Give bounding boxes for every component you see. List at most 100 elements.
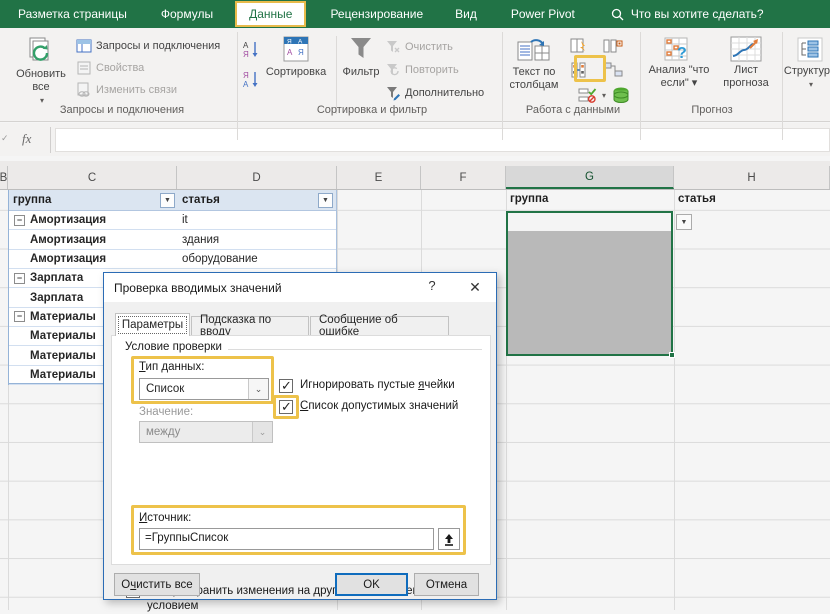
- remove-duplicates-icon[interactable]: [603, 38, 623, 54]
- table-header-item[interactable]: статья ▼: [178, 190, 336, 210]
- tab-power-pivot[interactable]: Power Pivot: [501, 0, 585, 28]
- svg-text:Я: Я: [243, 50, 249, 59]
- group-label-forecast: Прогноз: [691, 104, 732, 116]
- group-label-queries: Запросы и подключения: [60, 104, 184, 116]
- relationships-icon[interactable]: [603, 62, 623, 78]
- source-label: Источник:: [139, 512, 191, 524]
- svg-text:А: А: [298, 39, 303, 46]
- sort-button[interactable]: ЯААЯ Сортировка: [262, 36, 330, 79]
- advanced-filter-icon: [385, 85, 401, 101]
- text-to-columns-button[interactable]: Текст по столбцам: [508, 36, 560, 92]
- svg-text:?: ?: [677, 45, 687, 62]
- tab-view[interactable]: Вид: [445, 0, 487, 28]
- column-header-H[interactable]: H: [674, 166, 830, 189]
- sort-ascending-icon[interactable]: АЯ: [243, 40, 260, 59]
- reapply-filter-icon: [385, 62, 401, 78]
- tab-page-layout[interactable]: Разметка страницы: [8, 0, 137, 28]
- ignore-blank-checkbox[interactable]: Игнорировать пустые ячейки: [279, 379, 455, 393]
- table-header-row: группа ▼ статья ▼: [9, 190, 336, 211]
- selected-range[interactable]: [506, 211, 673, 356]
- tab-data[interactable]: Данные: [235, 1, 306, 27]
- collapse-dialog-icon[interactable]: [438, 528, 460, 550]
- collapse-icon[interactable]: −: [14, 215, 25, 226]
- reapply-filter-button: Повторить: [385, 62, 459, 78]
- cell-item-value: оборудование: [178, 253, 336, 265]
- close-icon[interactable]: ✕: [462, 276, 488, 299]
- fill-handle[interactable]: [669, 352, 675, 358]
- active-cell[interactable]: [508, 213, 671, 231]
- in-cell-dropdown-checkbox[interactable]: Список допустимых значений: [279, 400, 458, 414]
- flash-fill-icon[interactable]: [570, 38, 587, 54]
- refresh-all-button[interactable]: Обновить все ▾: [12, 36, 70, 107]
- advanced-filter-button[interactable]: Дополнительно: [385, 85, 484, 101]
- table-header-group[interactable]: группа ▼: [9, 190, 178, 210]
- column-header-G[interactable]: G: [506, 166, 674, 189]
- ok-label: OK: [363, 579, 380, 591]
- column-header-F[interactable]: F: [421, 166, 506, 189]
- formula-input[interactable]: [55, 128, 830, 152]
- cell-group-value: Материалы: [30, 350, 96, 362]
- cancel-label: Отмена: [426, 579, 467, 591]
- ribbon-tab-bar: Разметка страницы Формулы Данные Рецензи…: [0, 0, 830, 28]
- tell-me-search[interactable]: Что вы хотите сделать?: [611, 7, 764, 21]
- clear-all-button[interactable]: Очистить все: [114, 573, 200, 596]
- advanced-filter-label: Дополнительно: [405, 87, 484, 99]
- chevron-down-icon[interactable]: ⌄: [248, 379, 268, 399]
- dialog-tab-error-alert[interactable]: Сообщение об ошибке: [310, 316, 449, 335]
- collapse-icon[interactable]: −: [14, 311, 25, 322]
- filter-dropdown-icon[interactable]: ▼: [318, 193, 333, 208]
- column-header-E[interactable]: E: [337, 166, 421, 189]
- tab-formulas[interactable]: Формулы: [151, 0, 223, 28]
- dialog-tab-input-message[interactable]: Подсказка по вводу: [191, 316, 309, 335]
- checkbox-checked-icon[interactable]: [279, 379, 293, 393]
- data-type-label: Тип данных:: [139, 361, 204, 373]
- group-label-sort-filter: Сортировка и фильтр: [317, 104, 427, 116]
- cell-item-value: it: [178, 214, 336, 226]
- collapse-icon[interactable]: −: [14, 273, 25, 284]
- source-input[interactable]: =ГруппыСписок: [139, 528, 434, 550]
- properties-button: Свойства: [76, 60, 144, 76]
- forecast-sheet-icon: [730, 36, 762, 63]
- fx-icon[interactable]: [22, 131, 44, 147]
- cell-validation-dropdown[interactable]: ▼: [676, 214, 692, 230]
- outline-button[interactable]: Структура ▾: [788, 36, 830, 91]
- forecast-sheet-button[interactable]: Лист прогноза: [716, 36, 776, 90]
- manage-data-model-icon[interactable]: [612, 86, 630, 104]
- data-validation-button[interactable]: ▾: [578, 87, 606, 104]
- svg-text:Я: Я: [287, 39, 292, 46]
- table-header-group-label: группа: [13, 194, 51, 206]
- column-header-C[interactable]: C: [8, 166, 177, 189]
- ok-button[interactable]: OK: [335, 573, 408, 596]
- ribbon: Обновить все ▾ Запросы и подключения Сво…: [0, 28, 830, 122]
- sort-descending-icon[interactable]: ЯА: [243, 70, 260, 89]
- data-validation-dialog: Проверка вводимых значений ? ✕ Параметры…: [103, 272, 497, 600]
- data-type-combobox[interactable]: Список ⌄: [139, 378, 269, 400]
- table-row[interactable]: −Амортизацияit: [9, 211, 336, 230]
- table-row[interactable]: Амортизацияоборудование: [9, 250, 336, 269]
- queries-connections-button[interactable]: Запросы и подключения: [76, 38, 220, 54]
- checkbox-checked-icon[interactable]: [279, 400, 293, 414]
- column-headers: BCDEFGH: [0, 161, 830, 190]
- column-header-D[interactable]: D: [177, 166, 337, 189]
- text-to-columns-label-2: столбцам: [510, 79, 559, 92]
- table-header-item-label: статья: [182, 194, 220, 206]
- table-row[interactable]: Амортизацияздания: [9, 230, 336, 249]
- dialog-tab-settings[interactable]: Параметры: [115, 313, 190, 336]
- cancel-button[interactable]: Отмена: [414, 573, 479, 596]
- forecast-label-2: прогноза: [723, 77, 768, 90]
- queries-connections-label: Запросы и подключения: [96, 40, 220, 52]
- what-if-analysis-button[interactable]: ? Анализ "что если" ▾: [646, 36, 712, 90]
- consolidate-icon[interactable]: [570, 62, 587, 78]
- value-combobox: между ⌄: [139, 421, 273, 443]
- help-icon[interactable]: ?: [422, 278, 442, 298]
- filter-dropdown-icon[interactable]: ▼: [160, 193, 175, 208]
- column-header-B[interactable]: B: [0, 166, 8, 189]
- tab-review[interactable]: Рецензирование: [320, 0, 433, 28]
- ignore-blank-label: Игнорировать пустые ячейки: [300, 379, 455, 391]
- edit-links-icon: [76, 82, 92, 98]
- sort-label: Сортировка: [266, 66, 326, 79]
- queries-connections-icon: [76, 38, 92, 54]
- filter-button[interactable]: Фильтр: [342, 36, 380, 79]
- what-if-label-2: если" ▾: [661, 77, 698, 90]
- cell-group-value: Материалы: [30, 369, 96, 381]
